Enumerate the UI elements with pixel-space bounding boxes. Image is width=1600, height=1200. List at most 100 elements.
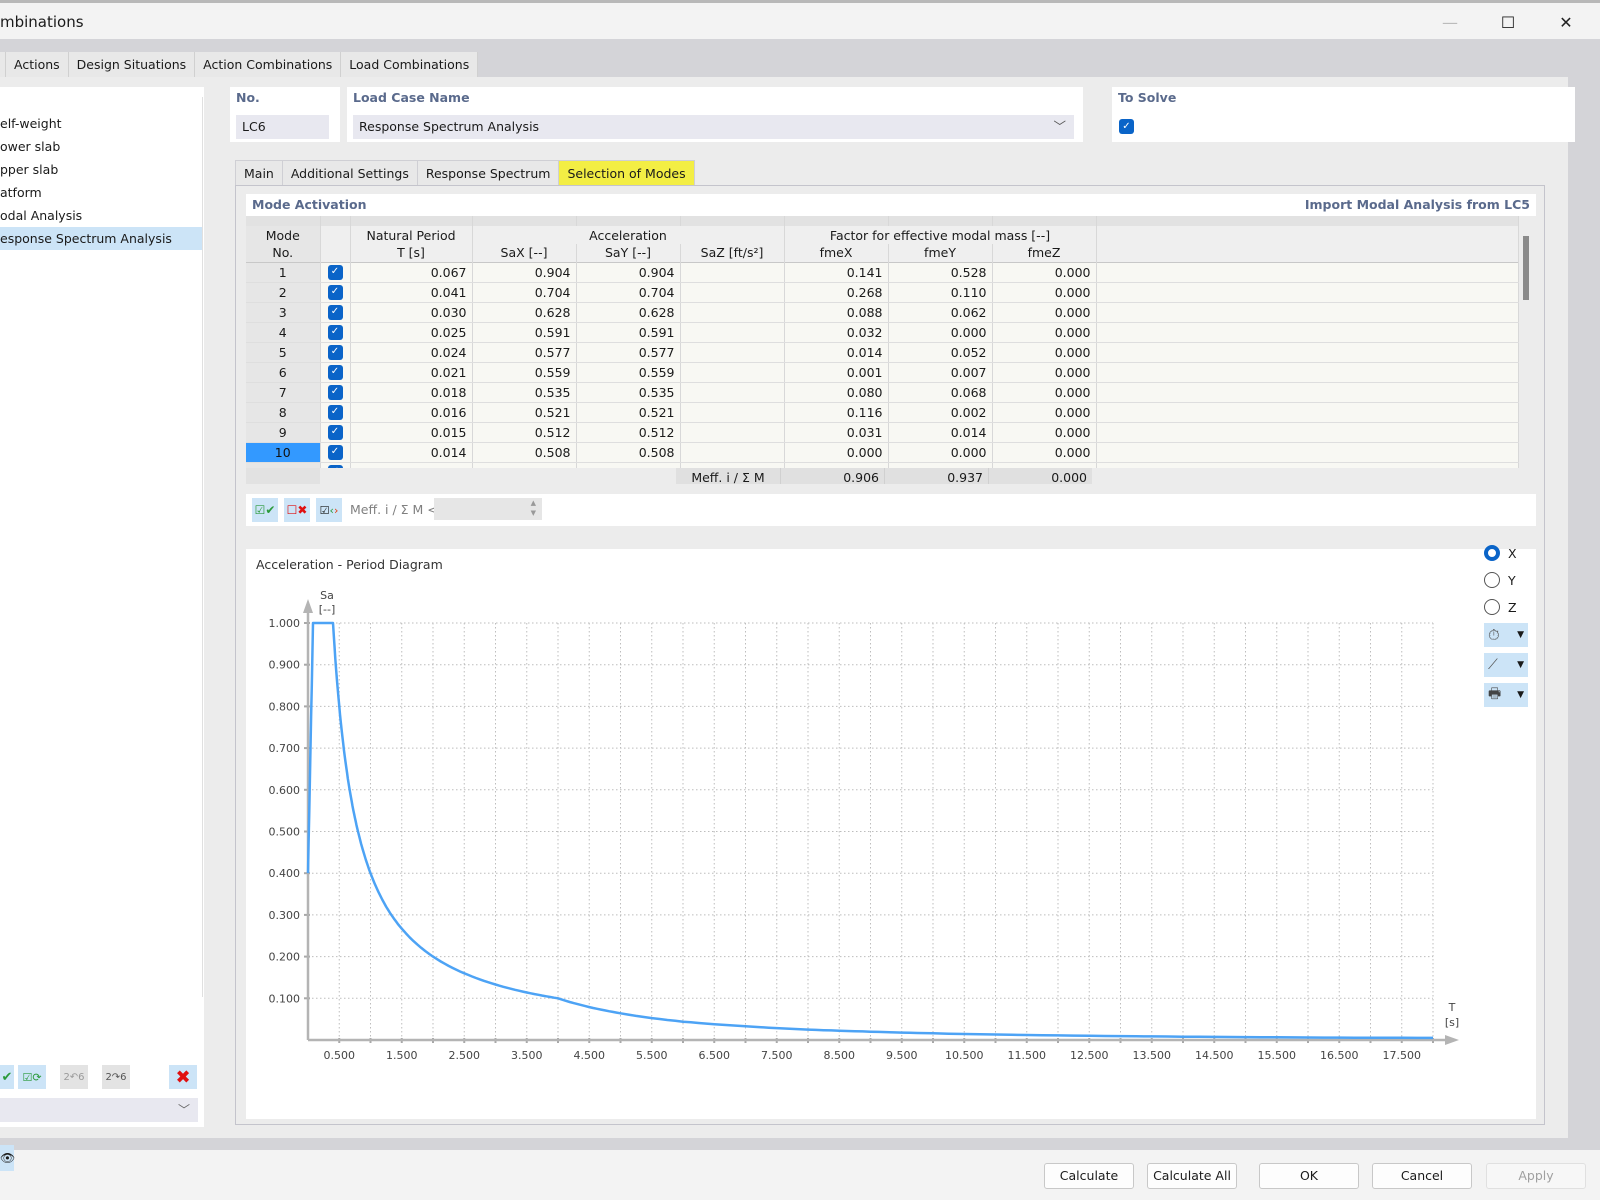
fmey-cell: 0.052 bbox=[888, 342, 993, 363]
animation-menu-button[interactable]: ⏱ ▼ bbox=[1484, 623, 1528, 647]
tab-load-combinations[interactable]: Load Combinations bbox=[341, 52, 479, 77]
mode-active-checkbox[interactable]: ✓ bbox=[320, 422, 351, 443]
renumber-selected-button[interactable]: 2↷6 bbox=[102, 1065, 130, 1089]
load-case-item[interactable]: esponse Spectrum Analysis bbox=[0, 227, 202, 250]
y-tick-label: 0.100 bbox=[269, 992, 301, 1005]
y-tick-label: 0.400 bbox=[269, 867, 301, 880]
tab-additional-settings[interactable]: Additional Settings bbox=[281, 160, 418, 186]
mode-number-cell: 6 bbox=[246, 362, 321, 383]
fmez-cell: 0.000 bbox=[992, 442, 1097, 463]
maximize-button[interactable]: ☐ bbox=[1494, 11, 1522, 33]
delete-button[interactable]: ✖ bbox=[169, 1065, 197, 1089]
calculate-all-button[interactable]: Calculate All bbox=[1147, 1163, 1237, 1189]
load-case-item[interactable]: elf-weight bbox=[0, 112, 202, 135]
close-button[interactable]: ✕ bbox=[1552, 11, 1580, 33]
table-row[interactable]: 1 ✓ 0.067 0.904 0.904 0.141 0.528 0.000 bbox=[246, 262, 1519, 283]
tab-response-spectrum[interactable]: Response Spectrum bbox=[416, 160, 560, 186]
inner-tabs: Main Additional Settings Response Spectr… bbox=[235, 160, 695, 186]
tab-actions[interactable]: Actions bbox=[6, 52, 69, 77]
mode-active-checkbox[interactable]: ✓ bbox=[320, 282, 351, 303]
to-solve-checkbox[interactable]: ✓ bbox=[1119, 119, 1134, 134]
tab-action-combinations[interactable]: Action Combinations bbox=[195, 52, 342, 77]
spinner-icon[interactable]: ▲ ▼ bbox=[531, 498, 536, 518]
mode-active-checkbox[interactable]: ✓ bbox=[320, 402, 351, 423]
renumber-button[interactable]: 2↶6 bbox=[60, 1065, 88, 1089]
filter-label: Meff. i / Σ M < bbox=[350, 502, 438, 517]
mode-number-cell: 10 bbox=[246, 442, 321, 463]
mode-active-checkbox[interactable]: ✓ bbox=[320, 302, 351, 323]
load-case-filter-select[interactable]: ﹀ bbox=[0, 1098, 198, 1122]
table-row[interactable]: 2 ✓ 0.041 0.704 0.704 0.268 0.110 0.000 bbox=[246, 282, 1519, 303]
mode-active-checkbox[interactable]: ✓ bbox=[320, 342, 351, 363]
table-row[interactable]: 3 ✓ 0.030 0.628 0.628 0.088 0.062 0.000 bbox=[246, 302, 1519, 323]
direction-z-radio[interactable] bbox=[1484, 599, 1500, 615]
print-menu-button[interactable]: 🖶 ▼ bbox=[1484, 683, 1528, 707]
direction-y-radio[interactable] bbox=[1484, 572, 1500, 588]
direction-x-radio[interactable] bbox=[1484, 545, 1500, 561]
calculate-button[interactable]: Calculate bbox=[1044, 1163, 1134, 1189]
dialog-footer: 👁 bbox=[0, 1145, 1600, 1200]
x-tick-label: 9.500 bbox=[886, 1049, 918, 1062]
deselect-all-modes-button[interactable]: ☐✖ bbox=[284, 498, 310, 522]
load-case-item[interactable]: atform bbox=[0, 181, 202, 204]
table-row[interactable]: 10 ✓ 0.014 0.508 0.508 0.000 0.000 0.000 bbox=[246, 442, 1519, 463]
no-field[interactable]: LC6 bbox=[236, 115, 329, 139]
window-title: mbinations bbox=[0, 13, 84, 31]
invert-selection-button[interactable]: ☑‹› bbox=[316, 498, 342, 522]
empty-cell bbox=[1096, 402, 1519, 423]
select-all-modes-button[interactable]: ☑✔ bbox=[252, 498, 278, 522]
say-cell: 0.512 bbox=[576, 422, 681, 443]
load-case-item[interactable]: ower slab bbox=[0, 135, 202, 158]
minimize-button[interactable]: — bbox=[1436, 11, 1464, 33]
sum-fmex: 0.906 bbox=[780, 468, 884, 484]
tab-selection-of-modes[interactable]: Selection of Modes bbox=[558, 160, 695, 186]
check-icon: ✓ bbox=[327, 284, 343, 300]
table-row[interactable]: 7 ✓ 0.018 0.535 0.535 0.080 0.068 0.000 bbox=[246, 382, 1519, 403]
mode-number-cell: 8 bbox=[246, 402, 321, 423]
table-row[interactable]: 4 ✓ 0.025 0.591 0.591 0.032 0.000 0.000 bbox=[246, 322, 1519, 343]
mode-number-cell: 4 bbox=[246, 322, 321, 343]
table-row[interactable]: 5 ✓ 0.024 0.577 0.577 0.014 0.052 0.000 bbox=[246, 342, 1519, 363]
fmey-cell: 0.002 bbox=[888, 402, 993, 423]
mode-active-checkbox[interactable]: ✓ bbox=[320, 442, 351, 463]
ok-button[interactable]: OK bbox=[1259, 1163, 1359, 1189]
x-tick-label: 1.500 bbox=[386, 1049, 418, 1062]
y-tick-label: 0.200 bbox=[269, 951, 301, 964]
load-case-item[interactable]: odal Analysis bbox=[0, 204, 202, 227]
units-button[interactable]: 👁 bbox=[0, 1145, 15, 1171]
table-row[interactable]: 6 ✓ 0.021 0.559 0.559 0.001 0.007 0.000 bbox=[246, 362, 1519, 383]
load-case-item[interactable]: pper slab bbox=[0, 158, 202, 181]
list-scrollbar[interactable] bbox=[202, 97, 203, 997]
graph-options-button[interactable]: ⟋ ▼ bbox=[1484, 653, 1528, 677]
mode-activation-header: Mode Activation Import Modal Analysis fr… bbox=[246, 194, 1536, 216]
check-all-button[interactable]: ✔ bbox=[0, 1065, 14, 1089]
say-cell: 0.577 bbox=[576, 342, 681, 363]
title-bar: mbinations — ☐ ✕ bbox=[0, 3, 1600, 39]
table-scrollbar-thumb[interactable] bbox=[1523, 236, 1529, 300]
load-case-name-select[interactable]: Response Spectrum Analysis ﹀ bbox=[353, 115, 1074, 139]
cancel-button[interactable]: Cancel bbox=[1372, 1163, 1472, 1189]
tab-main[interactable]: Main bbox=[235, 160, 283, 186]
renumber-selected-icon: 2↷6 bbox=[105, 1071, 127, 1083]
mode-number-cell: 7 bbox=[246, 382, 321, 403]
import-modal-analysis-link[interactable]: Import Modal Analysis from LC5 bbox=[1305, 197, 1530, 212]
modes-table: Mode Natural Period Acceleration Factor … bbox=[246, 216, 1536, 484]
mode-active-checkbox[interactable]: ✓ bbox=[320, 262, 351, 283]
checkmark-icon: ✔ bbox=[1, 1069, 13, 1085]
apply-button[interactable]: Apply bbox=[1486, 1163, 1586, 1189]
mode-active-checkbox[interactable]: ✓ bbox=[320, 362, 351, 383]
period-cell: 0.025 bbox=[350, 322, 473, 343]
period-cell: 0.041 bbox=[350, 282, 473, 303]
x-tick-label: 10.500 bbox=[945, 1049, 984, 1062]
table-row[interactable]: 9 ✓ 0.015 0.512 0.512 0.031 0.014 0.000 bbox=[246, 422, 1519, 443]
tab-design-situations[interactable]: Design Situations bbox=[68, 52, 196, 77]
sax-cell: 0.559 bbox=[472, 362, 577, 383]
modes-toolbar: ☑✔ ☐✖ ☑‹› Meff. i / Σ M < ▲ ▼ bbox=[246, 494, 1536, 526]
y-tick-label: 0.500 bbox=[269, 826, 301, 839]
saz-cell bbox=[680, 262, 785, 283]
table-row[interactable]: 8 ✓ 0.016 0.521 0.521 0.116 0.002 0.000 bbox=[246, 402, 1519, 423]
meff-threshold-input[interactable]: ▲ ▼ bbox=[434, 498, 542, 520]
mode-active-checkbox[interactable]: ✓ bbox=[320, 382, 351, 403]
toggle-selection-button[interactable]: ☑⟳ bbox=[18, 1065, 46, 1089]
mode-active-checkbox[interactable]: ✓ bbox=[320, 322, 351, 343]
